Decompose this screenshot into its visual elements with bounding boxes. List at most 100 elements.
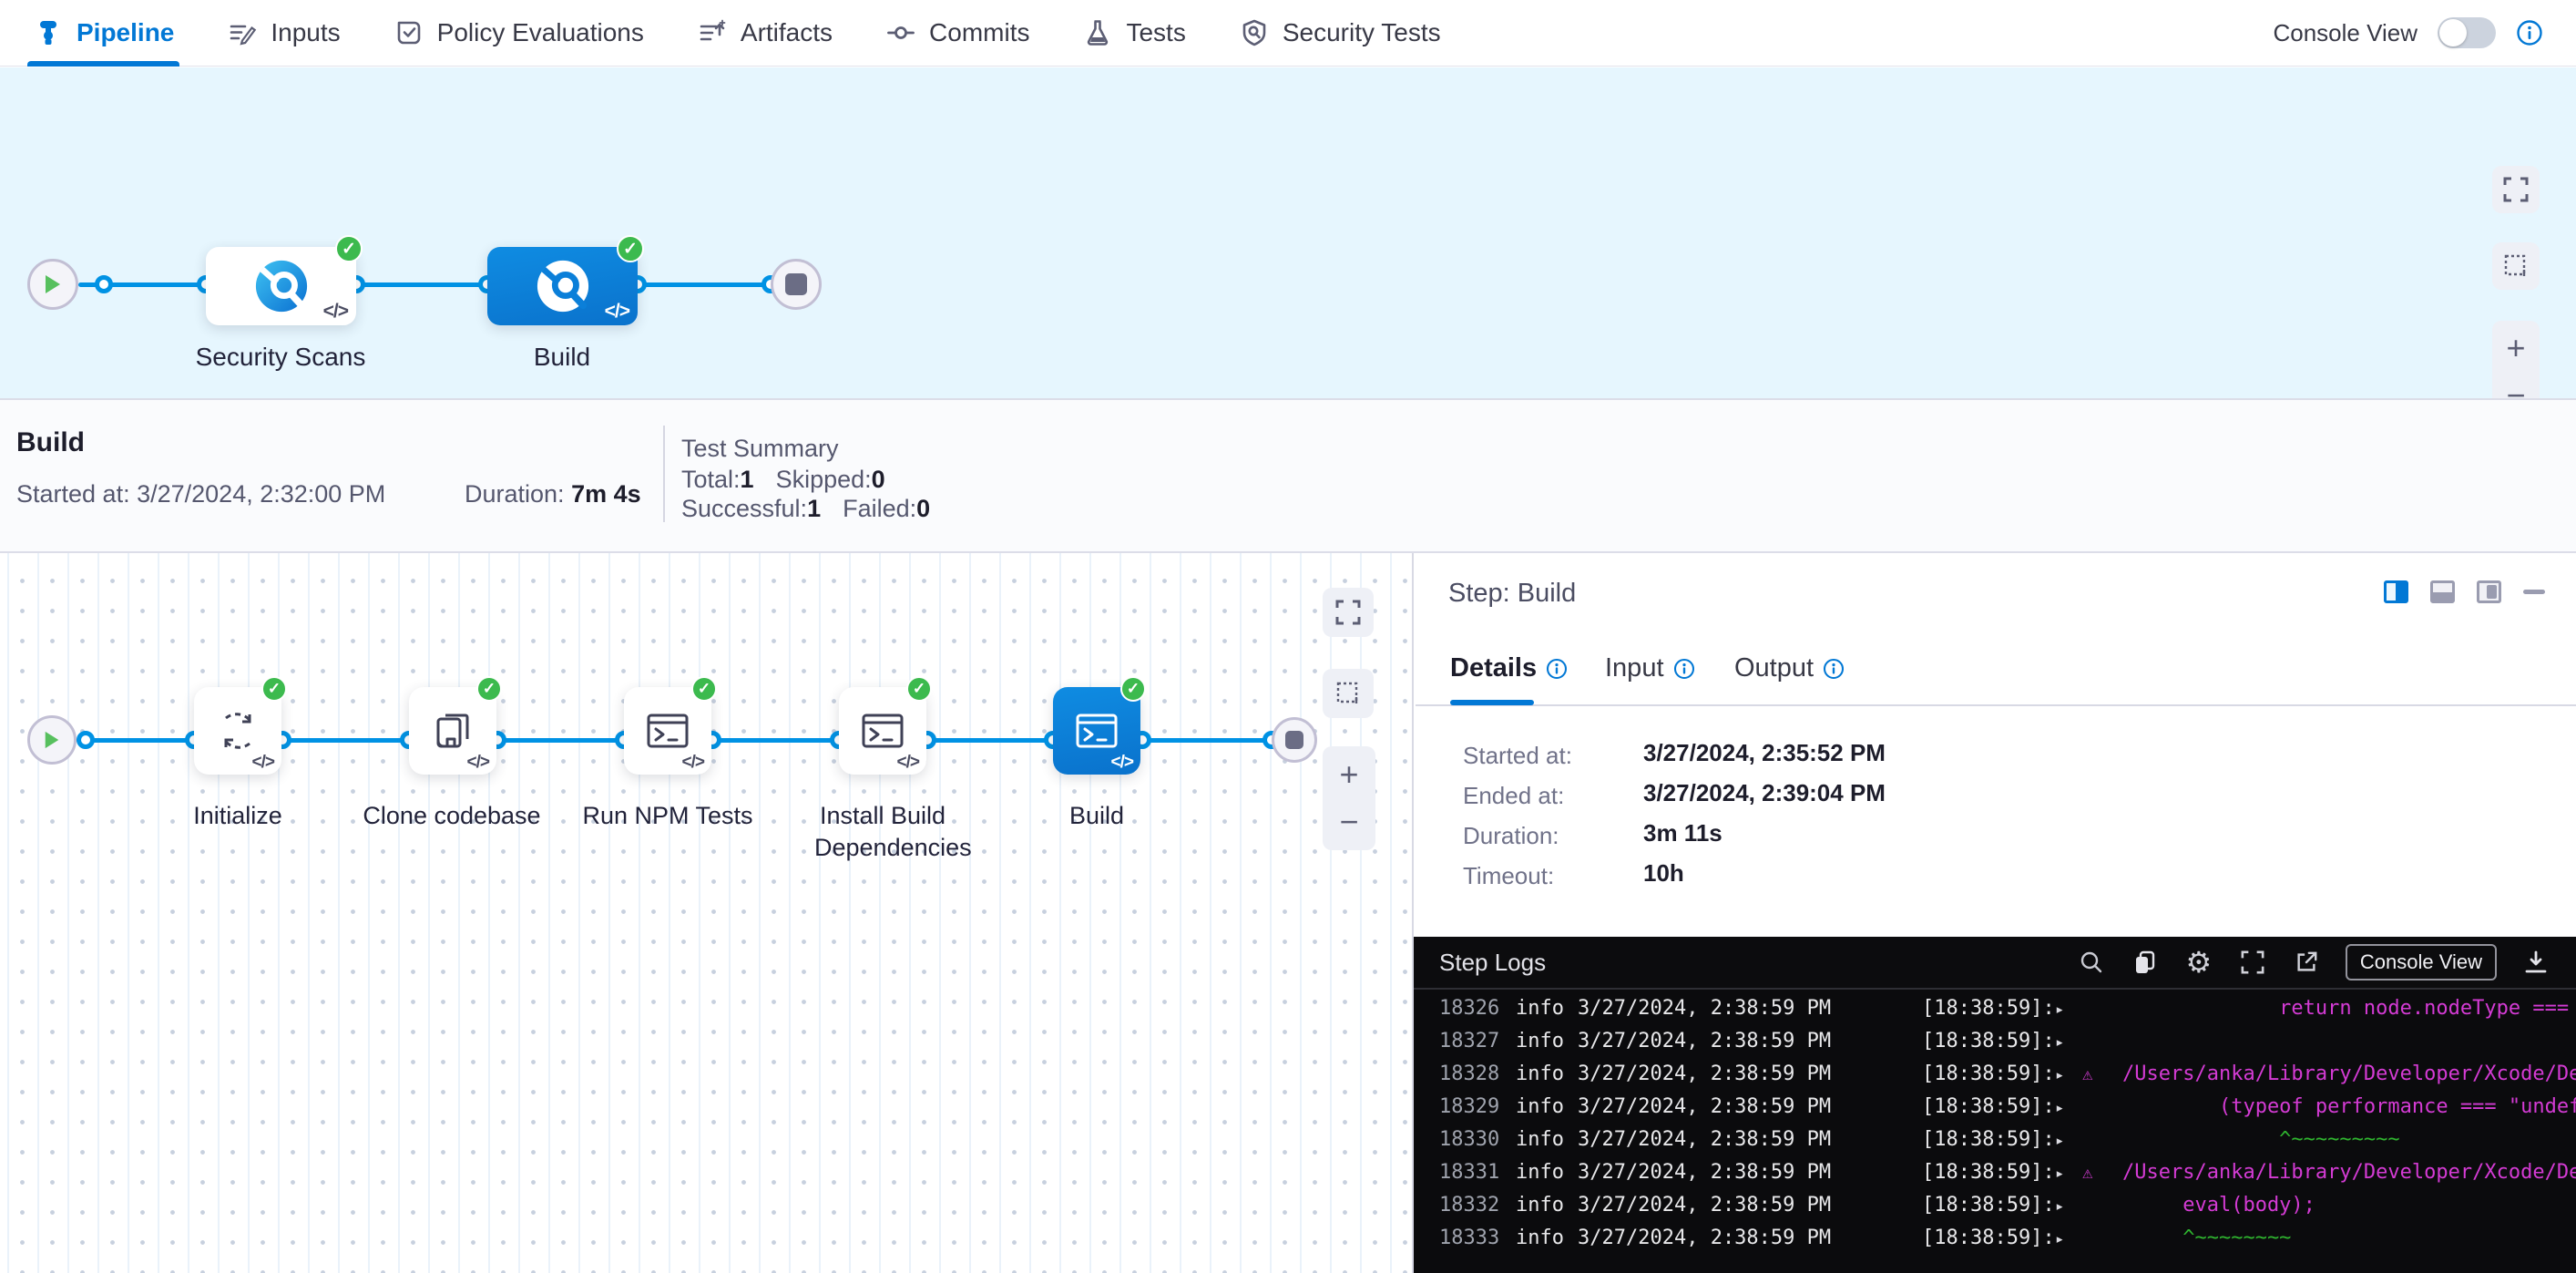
step-pipeline-canvas[interactable]: ✓ </> Initialize ✓ </> Clone codebase ✓ …: [0, 553, 1414, 1273]
canvas-fullscreen-button[interactable]: [2492, 166, 2540, 213]
canvas-fullscreen-button[interactable]: [1323, 588, 1374, 637]
code-icon: </>: [467, 753, 489, 773]
step-card-initialize[interactable]: ✓ </>: [194, 687, 281, 775]
pipeline-icon: [33, 17, 64, 48]
step-card-clone-codebase[interactable]: ✓ </>: [409, 687, 496, 775]
success-badge: ✓: [261, 676, 287, 702]
commits-icon: [885, 17, 916, 48]
ci-stage-icon: [535, 258, 591, 314]
fullscreen-icon: [1335, 600, 1361, 625]
tab-inputs[interactable]: Inputs: [227, 0, 340, 67]
info-icon[interactable]: [2516, 19, 2543, 46]
console-view-button[interactable]: Console View: [2346, 944, 2497, 980]
connector-port[interactable]: [77, 731, 95, 749]
copy-logs-icon[interactable]: [2131, 948, 2160, 977]
log-date: 3/27/2024, 2:38:59 PM: [1578, 1227, 1831, 1249]
log-level: info: [1516, 1030, 1564, 1052]
step-panel-tabs: Details Input Output: [1416, 641, 2576, 706]
tab-label: Output: [1734, 653, 1814, 683]
log-message: return node.nodeType ===: [2122, 997, 2569, 1020]
log-row: 18332info3/27/2024, 2:38:59 PM[18:38:59]…: [1414, 1190, 2576, 1223]
step-card-build[interactable]: ✓ </>: [1053, 687, 1140, 775]
log-settings-icon[interactable]: ⚙: [2184, 948, 2213, 977]
stage-title: Build: [16, 427, 85, 458]
policy-evaluations-icon: [394, 17, 424, 48]
info-icon[interactable]: [1823, 658, 1845, 680]
search-logs-icon[interactable]: [2077, 948, 2106, 977]
step-label[interactable]: Initialize: [133, 800, 342, 832]
log-date: 3/27/2024, 2:38:59 PM: [1578, 997, 1831, 1020]
tab-label: Pipeline: [77, 18, 174, 47]
tab-details[interactable]: Details: [1450, 653, 1568, 683]
info-icon[interactable]: [1673, 658, 1695, 680]
stage-connector: [638, 282, 771, 287]
log-level: info: [1516, 1227, 1564, 1249]
canvas-select-button[interactable]: [2492, 242, 2540, 290]
artifacts-icon: [697, 17, 728, 48]
connector-port[interactable]: [95, 275, 113, 293]
step-connector: [497, 738, 625, 743]
log-message: /Users/anka/Library/Developer/Xcode/De: [2122, 1161, 2576, 1184]
layout-split-right-icon[interactable]: [2384, 580, 2408, 603]
zoom-out-button[interactable]: −: [1339, 798, 1358, 846]
tab-policy-evaluations[interactable]: Policy Evaluations: [394, 0, 644, 67]
tab-output[interactable]: Output: [1734, 653, 1845, 683]
code-icon: </>: [252, 753, 274, 773]
zoom-in-button[interactable]: +: [2506, 324, 2525, 372]
steps-end-node[interactable]: [1272, 717, 1317, 763]
step-label[interactable]: Clone codebase: [347, 800, 557, 832]
code-icon: </>: [897, 753, 919, 773]
log-time: [18:38:59]:: [1922, 1227, 2055, 1249]
canvas-zoom-control: + −: [1323, 746, 1375, 850]
success-badge: ✓: [906, 676, 932, 702]
zoom-in-button[interactable]: +: [1339, 751, 1358, 798]
layout-bottom-icon[interactable]: [2430, 580, 2455, 603]
stage-label[interactable]: Security Scans: [196, 343, 366, 372]
step-card-install-build-dependencies[interactable]: ✓ </>: [839, 687, 926, 775]
log-warning-icon: ⚠: [2082, 1064, 2092, 1084]
stage-card-security-scans[interactable]: ✓ </>: [206, 247, 356, 325]
stage-pipeline-canvas[interactable]: ✓ </> Security Scans ✓ </> Build +: [0, 67, 2576, 398]
step-label[interactable]: Run NPM Tests: [563, 800, 772, 832]
stage-card-build[interactable]: ✓ </>: [487, 247, 638, 325]
tab-security-tests[interactable]: Security Tests: [1239, 0, 1441, 67]
canvas-select-button[interactable]: [1323, 669, 1374, 718]
info-icon[interactable]: [1546, 658, 1568, 680]
minimize-panel-button[interactable]: [2523, 590, 2545, 594]
log-expand-caret: ▸: [2055, 1033, 2064, 1052]
pipeline-start-node[interactable]: [27, 259, 78, 310]
console-view-toggle[interactable]: [2438, 17, 2496, 48]
code-icon: </>: [323, 301, 348, 323]
step-card-run-npm-tests[interactable]: ✓ </>: [624, 687, 711, 775]
log-date: 3/27/2024, 2:38:59 PM: [1578, 1063, 1831, 1085]
expand-logs-icon[interactable]: [2238, 948, 2267, 977]
code-icon: </>: [682, 753, 704, 773]
log-row: 18327info3/27/2024, 2:38:59 PM[18:38:59]…: [1414, 1026, 2576, 1059]
log-expand-caret: ▸: [2055, 1197, 2064, 1216]
log-level: info: [1516, 1194, 1564, 1217]
log-rows[interactable]: 18326info3/27/2024, 2:38:59 PM[18:38:59]…: [1414, 993, 2576, 1256]
open-in-new-icon[interactable]: [2292, 948, 2321, 977]
tab-artifacts[interactable]: Artifacts: [697, 0, 833, 67]
success-badge: ✓: [617, 235, 644, 262]
tab-input[interactable]: Input: [1605, 653, 1695, 683]
tab-commits[interactable]: Commits: [885, 0, 1029, 67]
layout-drawer-icon[interactable]: [2477, 580, 2501, 603]
pipeline-end-node[interactable]: [771, 259, 822, 310]
steps-start-node[interactable]: [27, 715, 77, 765]
download-logs-icon[interactable]: [2521, 948, 2550, 977]
step-label[interactable]: Build: [992, 800, 1201, 832]
code-icon: </>: [1111, 753, 1133, 773]
log-row: 18328info3/27/2024, 2:38:59 PM[18:38:59]…: [1414, 1059, 2576, 1092]
stage-label[interactable]: Build: [534, 343, 590, 372]
log-expand-caret: ▸: [2055, 1066, 2064, 1084]
log-line-number: 18327: [1439, 1030, 1499, 1052]
toggle-knob: [2439, 19, 2467, 46]
tab-pipeline[interactable]: Pipeline: [33, 0, 174, 67]
success-badge: ✓: [335, 235, 363, 262]
detail-value: 3/27/2024, 2:35:52 PM: [1643, 739, 1886, 767]
tab-label: Tests: [1126, 18, 1185, 47]
step-label[interactable]: Install Build Dependencies: [814, 800, 951, 864]
log-row: 18326info3/27/2024, 2:38:59 PM[18:38:59]…: [1414, 993, 2576, 1026]
tab-tests[interactable]: Tests: [1082, 0, 1185, 67]
